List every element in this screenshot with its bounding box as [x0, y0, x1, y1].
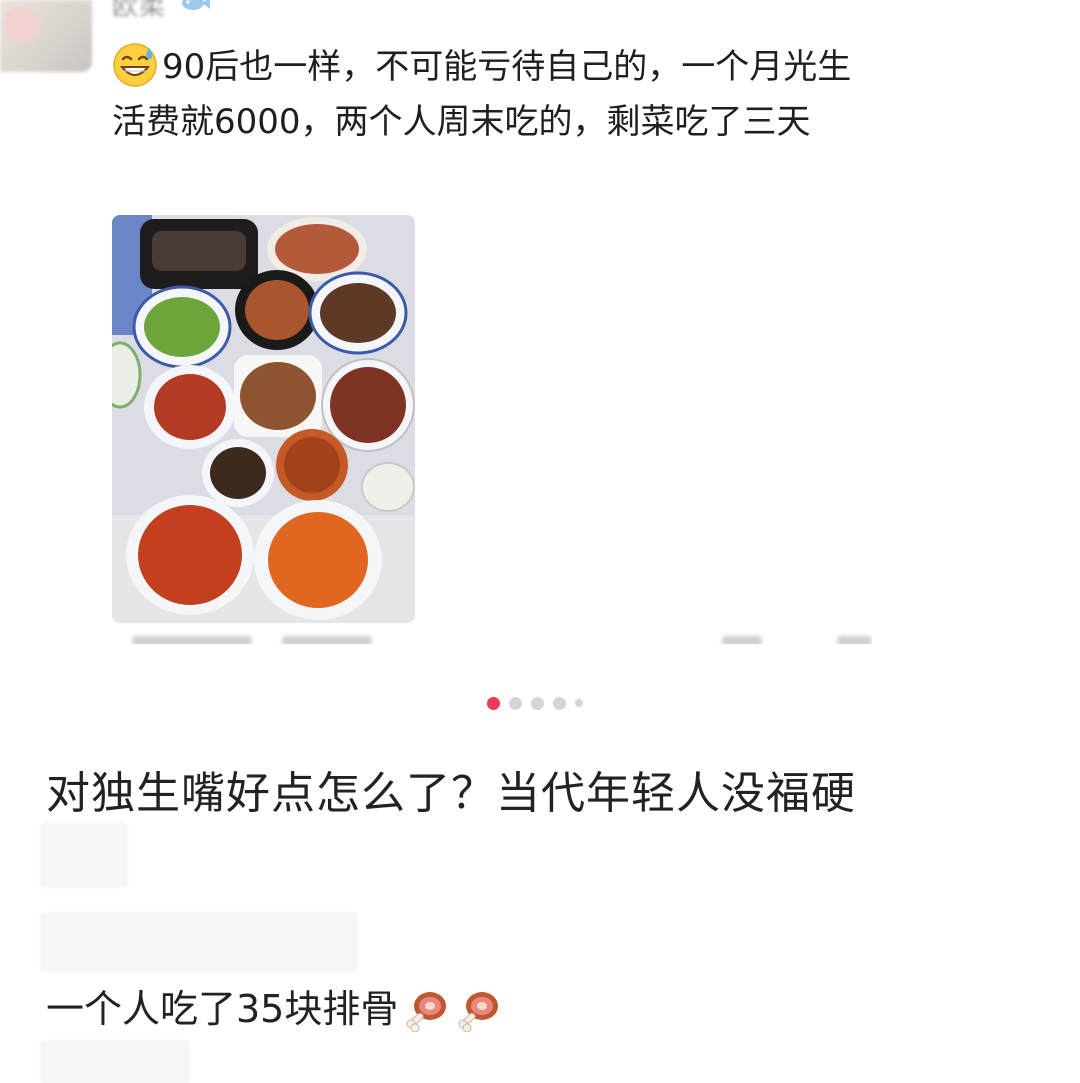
meat-on-bone-icon [406, 992, 447, 1032]
meat-on-bone-icon [458, 992, 499, 1032]
carousel-dot-1[interactable] [487, 696, 500, 710]
comment-body: 90后也一样，不可能亏待自己的，一个月光生活费就6000，两个人周末吃的，剩菜吃… [112, 40, 882, 150]
carousel-indicator [487, 696, 583, 710]
reply-text: 一个人吃了35块排骨 [46, 987, 399, 1031]
post-title: 对独生嘴好点怎么了？当代年轻人没福硬 [46, 768, 856, 819]
food-photo-illustration [112, 215, 415, 623]
carousel-dot-4[interactable] [553, 696, 566, 710]
comment-actions-blurred [112, 632, 872, 644]
avatar[interactable] [0, 0, 92, 72]
fish-icon [182, 0, 210, 10]
avatar-blob [4, 6, 40, 42]
carousel-dot-5[interactable] [575, 699, 583, 707]
blurred-text-placeholder [40, 912, 358, 972]
food-dishes-photo[interactable] [112, 215, 415, 623]
sweat-smile-icon [113, 43, 157, 87]
comment-text: 90后也一样，不可能亏待自己的，一个月光生活费就6000，两个人周末吃的，剩菜吃… [112, 47, 852, 142]
comment-username[interactable]: 欧柔 [112, 0, 166, 23]
carousel-dot-2[interactable] [509, 696, 522, 710]
reply-body: 一个人吃了35块排骨 [46, 978, 502, 1033]
blurred-text-placeholder-2 [40, 1040, 190, 1083]
carousel-dot-3[interactable] [531, 696, 544, 710]
blurred-avatar-placeholder [40, 822, 128, 888]
